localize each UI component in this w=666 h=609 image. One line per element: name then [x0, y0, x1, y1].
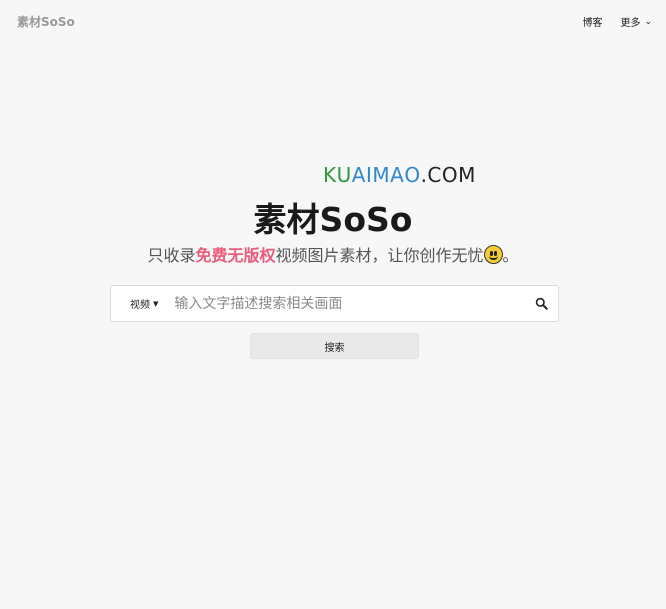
caret-down-icon: ▼: [153, 299, 159, 308]
logo-letter: O: [404, 163, 421, 187]
logo-letter: A: [351, 163, 366, 187]
tagline-pre: 只收录: [147, 246, 196, 265]
search-type-dropdown[interactable]: 视频 ▼: [111, 286, 166, 321]
logo-letter: M: [372, 163, 391, 187]
search-button[interactable]: 搜索: [250, 333, 419, 359]
nav-blog-link[interactable]: 博客: [582, 14, 602, 29]
kuaimao-logo: KUAIMAO.COM: [323, 163, 476, 187]
nav-more-dropdown[interactable]: 更多 ⌄: [620, 14, 652, 30]
tagline-highlight: 免费无版权: [195, 246, 276, 265]
logo-letter: .: [420, 163, 428, 187]
search-input[interactable]: [166, 286, 524, 321]
logo-letter: O: [441, 163, 459, 187]
search-type-label: 视频: [130, 300, 150, 311]
chevron-down-icon: ⌄: [644, 16, 652, 27]
page: 素材SoSo 博客 更多 ⌄ KUAIMAO.COM 素材SoSo 只收录免费无…: [0, 0, 666, 609]
logo-letter: M: [458, 163, 476, 187]
search-icon: [535, 297, 548, 310]
top-nav: 博客 更多 ⌄: [582, 14, 652, 30]
page-title: 素材SoSo: [253, 200, 413, 239]
logo-letter: C: [427, 163, 442, 187]
search-box: 视频 ▼: [110, 285, 559, 322]
logo-letter: K: [323, 163, 337, 187]
search-icon-button[interactable]: [524, 286, 558, 321]
nav-more-label: 更多: [620, 18, 641, 29]
tagline-end: 。: [502, 246, 519, 265]
tagline-post: 视频图片素材，让你创作无忧: [275, 246, 484, 265]
smiley-icon: [483, 245, 503, 264]
tagline: 只收录免费无版权视频图片素材，让你创作无忧。: [0, 242, 666, 266]
site-brand[interactable]: 素材SoSo: [17, 13, 75, 30]
logo-letter: A: [390, 163, 405, 187]
logo-letter: U: [336, 163, 352, 187]
